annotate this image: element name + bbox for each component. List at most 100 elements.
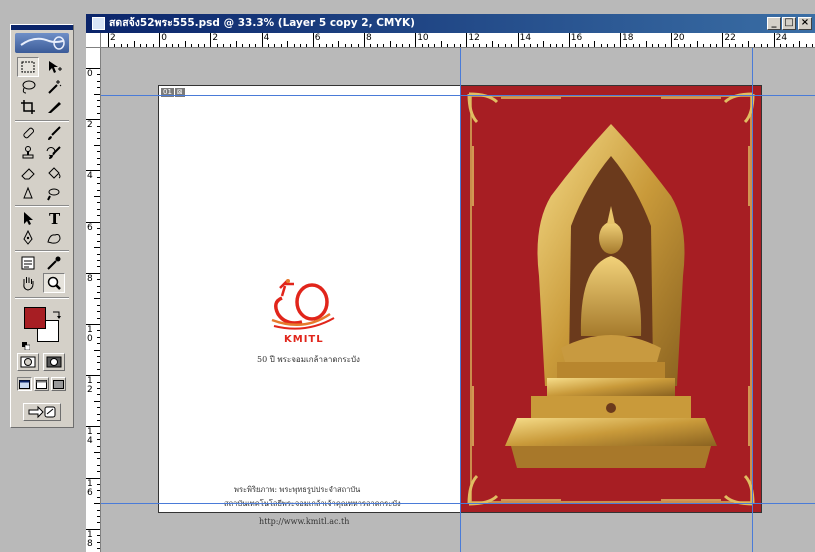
dodge-icon[interactable] [43, 183, 65, 203]
magic-wand-icon[interactable] [43, 77, 65, 97]
ruler-tick [159, 33, 161, 47]
full-screen-menu-mode-button[interactable] [34, 377, 49, 391]
ruler-tick [287, 41, 289, 47]
standard-mode-button[interactable] [17, 353, 39, 371]
ruler-tick [97, 509, 100, 511]
tools-palette-titlebar[interactable] [11, 25, 73, 30]
anniversary-caption: 50 ปี พระจอมเกล้าลาดกระบัง [257, 355, 360, 364]
ruler-tick [812, 44, 813, 47]
ruler-tick [600, 44, 602, 47]
ruler-label: 0 [87, 334, 93, 344]
full-screen-mode-button[interactable] [51, 377, 66, 391]
guide-horizontal[interactable] [101, 95, 815, 96]
minimize-button[interactable]: _ [767, 17, 781, 30]
clone-stamp-icon[interactable] [17, 143, 39, 163]
ruler-tick [447, 44, 449, 47]
ruler-tick [792, 44, 794, 47]
ruler-tick [588, 44, 589, 47]
move-icon[interactable] [43, 57, 65, 77]
slice-icon[interactable] [43, 97, 65, 117]
ruler-tick [268, 44, 269, 47]
ruler-tick [242, 44, 244, 47]
guide-horizontal[interactable] [101, 503, 815, 504]
quick-mask-mode-button[interactable] [43, 353, 65, 371]
blur-icon[interactable] [17, 183, 39, 203]
ruler-origin[interactable] [86, 33, 101, 48]
ruler-tick [722, 33, 724, 47]
ruler-tick [216, 44, 218, 47]
ruler-tick [639, 44, 641, 47]
custom-shape-icon[interactable] [43, 228, 65, 248]
ruler-tick [97, 317, 100, 319]
ruler-tick [293, 44, 295, 47]
ruler-tick [97, 464, 100, 466]
maximize-button[interactable]: □ [782, 17, 796, 30]
healing-brush-icon[interactable] [17, 123, 39, 143]
standard-screen-mode-button[interactable] [17, 377, 32, 391]
lasso-icon[interactable] [17, 77, 39, 97]
ruler-tick [664, 44, 666, 47]
ruler-tick [594, 41, 596, 47]
document-titlebar[interactable]: สดสจ้ง52พระ555.psd @ 33.3% (Layer 5 copy… [86, 14, 815, 33]
ruler-tick [223, 44, 225, 47]
ruler-tick [799, 41, 801, 47]
swap-colors-icon[interactable] [51, 305, 61, 319]
ruler-tick [97, 279, 100, 281]
eyedropper-icon[interactable] [43, 253, 65, 273]
canvas-area[interactable]: 01 ⊠ KMITL 50 ปี พระจอมเกล้าลาดกระบัง พร… [101, 48, 815, 552]
ruler-tick [645, 41, 647, 47]
guide-vertical[interactable] [752, 48, 753, 552]
brush-icon[interactable] [43, 123, 65, 143]
ruler-tick [97, 490, 100, 492]
ruler-tick [568, 33, 570, 47]
ruler-label: 6 [314, 33, 321, 43]
ruler-label: 14 [519, 33, 532, 43]
ruler-tick [97, 413, 100, 415]
jump-to-imageready-button[interactable] [23, 403, 61, 421]
tools-divider [15, 297, 69, 299]
ruler-tick [97, 522, 100, 524]
ruler-label: 22 [724, 33, 736, 43]
path-selection-icon[interactable] [17, 208, 39, 228]
ruler-tick [97, 548, 100, 549]
ruler-tick [86, 68, 100, 69]
ruler-tick [274, 44, 276, 47]
close-button[interactable]: × [798, 17, 812, 30]
foreground-color-swatch[interactable] [24, 307, 46, 329]
ruler-tick [97, 132, 100, 133]
history-brush-icon[interactable] [43, 143, 65, 163]
vertical-ruler[interactable]: 024681012141618 [86, 48, 101, 552]
ruler-tick [97, 311, 100, 313]
ruler-tick [97, 407, 100, 409]
paint-bucket-icon[interactable] [43, 163, 65, 183]
horizontal-ruler[interactable]: 2 0 2 4 6 8 10 12 14 16 18 20 22 24 [101, 33, 815, 48]
ruler-tick [741, 44, 743, 47]
zoom-icon[interactable] [43, 273, 65, 293]
ruler-tick [562, 44, 564, 47]
ruler-tick [581, 44, 583, 47]
notes-icon[interactable] [17, 253, 39, 273]
ruler-tick [690, 44, 692, 47]
crop-icon[interactable] [17, 97, 39, 117]
ruler-tick [248, 44, 250, 47]
ruler-tick [97, 368, 100, 370]
marquee-icon[interactable] [17, 57, 39, 77]
ruler-tick [97, 74, 100, 76]
ruler-tick [97, 138, 100, 140]
default-colors-icon[interactable] [22, 335, 31, 351]
guide-vertical[interactable] [460, 48, 461, 552]
ruler-tick [133, 41, 135, 47]
eraser-icon[interactable] [17, 163, 39, 183]
ruler-tick [735, 44, 737, 47]
ruler-tick [97, 516, 100, 517]
ruler-tick [492, 41, 493, 47]
photoshop-feather-logo[interactable] [15, 33, 69, 53]
ruler-tick [325, 44, 327, 47]
hand-icon[interactable] [17, 273, 39, 293]
ruler-tick [319, 44, 321, 47]
pen-icon[interactable] [17, 228, 39, 248]
ruler-tick [97, 541, 100, 543]
type-icon[interactable]: T [43, 208, 65, 228]
ruler-tick [716, 44, 717, 47]
ruler-tick [306, 44, 308, 47]
